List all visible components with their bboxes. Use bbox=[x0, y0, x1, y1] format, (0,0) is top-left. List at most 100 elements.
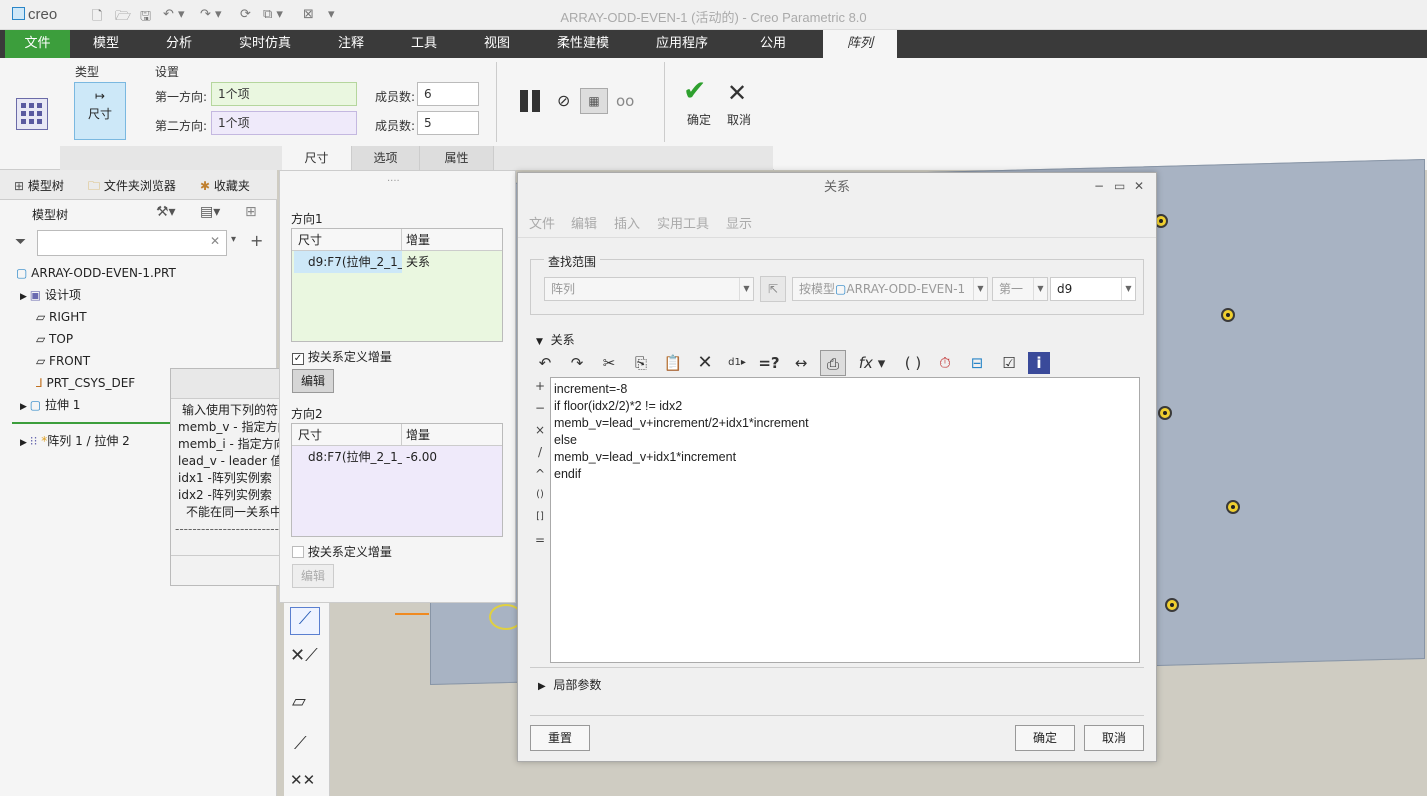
tab-folder-browser[interactable]: 🗀 文件夹浏览器 bbox=[88, 177, 176, 198]
model-dropdown[interactable]: 按模型▢ARRAY-ODD-EVEN-1 ▼ bbox=[792, 277, 988, 301]
tree-item-pattern[interactable]: ▶ ⁝⁝ *阵列 1 / 拉伸 2 bbox=[20, 430, 130, 452]
dimension-dropdown[interactable]: d9 ▼ bbox=[1050, 277, 1136, 301]
tab-options[interactable]: 选项 bbox=[352, 146, 420, 170]
tab-model-tree[interactable]: ⊞ 模型树 bbox=[14, 177, 64, 194]
ok-label[interactable]: 确定 bbox=[687, 111, 711, 128]
show-values-icon[interactable]: ⎙ bbox=[820, 350, 846, 376]
first-dropdown[interactable]: 第一 ▼ bbox=[992, 277, 1048, 301]
op-brackets[interactable]: [] bbox=[532, 511, 548, 522]
dir2-members-input[interactable]: 5 bbox=[417, 111, 479, 135]
select-arrow-icon[interactable]: ⇱ bbox=[760, 276, 786, 302]
tree-item-right[interactable]: ▱ RIGHT bbox=[36, 306, 87, 328]
menu-common[interactable]: 公用 bbox=[742, 30, 804, 58]
pattern-point-marker[interactable] bbox=[1165, 598, 1179, 612]
brackets-icon[interactable]: ( ) bbox=[900, 350, 926, 376]
tab-properties[interactable]: 属性 bbox=[420, 146, 494, 170]
dimension-cell[interactable]: d8:F7(拉伸_2_1_ bbox=[294, 446, 402, 468]
menu-view[interactable]: 视图 bbox=[466, 30, 528, 58]
relation-checkbox-2[interactable]: 按关系定义增量 bbox=[292, 543, 392, 560]
pause-icon[interactable] bbox=[518, 90, 544, 114]
menu-model[interactable]: 模型 bbox=[75, 30, 137, 58]
menu-pattern[interactable]: 阵列 bbox=[823, 30, 897, 58]
menu-live-simulation[interactable]: 实时仿真 bbox=[225, 30, 305, 58]
copy-icon[interactable]: ⎘ bbox=[628, 350, 654, 376]
sketch-plane-icon[interactable]: ⟋ bbox=[290, 607, 320, 635]
switch-dimensions-icon[interactable]: d1▸ bbox=[724, 350, 750, 376]
op-plus[interactable]: + bbox=[532, 379, 548, 393]
no-preview-icon[interactable]: ⊘ bbox=[557, 91, 570, 110]
sort-relations-icon[interactable]: ⏱ bbox=[932, 350, 958, 376]
tree-search-input[interactable] bbox=[37, 230, 227, 256]
menu-applications[interactable]: 应用程序 bbox=[642, 30, 722, 58]
cancel-button[interactable]: 取消 bbox=[1084, 725, 1144, 751]
dimension-cell[interactable]: d9:F7(拉伸_2_1_ bbox=[294, 251, 402, 273]
dialog-menu-insert[interactable]: 插入 bbox=[614, 213, 640, 232]
dimension-type-button[interactable]: ↦ 尺寸 bbox=[74, 82, 126, 140]
unit-sensitive-icon[interactable]: ⊟ bbox=[964, 350, 990, 376]
insert-dimension-icon[interactable]: ↔ bbox=[788, 350, 814, 376]
menu-flexible-modeling[interactable]: 柔性建模 bbox=[545, 30, 621, 58]
dir1-members-input[interactable]: 6 bbox=[417, 82, 479, 106]
increment-cell[interactable]: 关系 bbox=[402, 255, 430, 269]
reset-button[interactable]: 重置 bbox=[530, 725, 590, 751]
op-multiply[interactable]: × bbox=[532, 423, 548, 437]
dir2-collector[interactable]: 1个项 bbox=[211, 111, 357, 135]
drag-handle[interactable]: .... bbox=[387, 173, 400, 184]
menu-file[interactable]: 文件 bbox=[5, 30, 70, 58]
tree-item-top[interactable]: ▱ TOP bbox=[36, 328, 73, 350]
redo-icon[interactable]: ↷ bbox=[564, 350, 590, 376]
tree-item-part[interactable]: ▢ ARRAY-ODD-EVEN-1.PRT bbox=[16, 262, 176, 284]
geometry-preview-icon[interactable]: ▦ bbox=[580, 88, 608, 114]
menu-analysis[interactable]: 分析 bbox=[148, 30, 210, 58]
increment-cell[interactable]: -6.00 bbox=[402, 450, 437, 464]
function-icon[interactable]: fx ▾ bbox=[852, 350, 892, 376]
info-icon[interactable]: i bbox=[1028, 352, 1050, 374]
menu-tools[interactable]: 工具 bbox=[393, 30, 455, 58]
table-row[interactable]: d8:F7(拉伸_2_1_ -6.00 bbox=[292, 446, 502, 468]
verify-icon[interactable]: =? bbox=[756, 350, 782, 376]
add-icon[interactable]: + bbox=[250, 231, 263, 250]
point-display-icon[interactable]: ✕✕ bbox=[290, 771, 315, 789]
tree-item-front[interactable]: ▱ FRONT bbox=[36, 350, 90, 372]
scope-type-dropdown[interactable]: 阵列 ▼ bbox=[544, 277, 754, 301]
maximize-icon[interactable]: ▭ bbox=[1114, 179, 1125, 193]
local-params-section[interactable]: ▶ 局部参数 bbox=[538, 676, 601, 693]
tab-favorites[interactable]: ✱ 收藏夹 bbox=[200, 177, 250, 194]
undo-icon[interactable]: ↶ bbox=[532, 350, 558, 376]
dialog-menu-display[interactable]: 显示 bbox=[726, 213, 752, 232]
tree-item-design-items[interactable]: ▶ ▣ 设计项 bbox=[20, 284, 81, 306]
paste-icon[interactable]: 📋 bbox=[660, 350, 686, 376]
close-icon[interactable]: ✕ bbox=[1134, 179, 1144, 193]
pattern-point-marker[interactable] bbox=[1226, 500, 1240, 514]
relation-checkbox-1[interactable]: ✓ 按关系定义增量 bbox=[292, 348, 392, 365]
relations-editor[interactable]: increment=-8 if floor(idx2/2)*2 != idx2 … bbox=[550, 377, 1140, 663]
tree-item-extrude-1[interactable]: ▶ ▢ 拉伸 1 bbox=[20, 394, 80, 416]
plane-display-icon[interactable]: ▱ bbox=[292, 691, 306, 712]
tree-item-csys[interactable]: ⅃ PRT_CSYS_DEF bbox=[36, 372, 135, 394]
axis-display-icon[interactable]: ✕⟋ bbox=[290, 645, 318, 666]
delete-icon[interactable]: ✕ bbox=[692, 350, 718, 376]
tree-columns-icon[interactable]: ⊞ bbox=[245, 204, 257, 220]
tab-dimensions[interactable]: 尺寸 bbox=[282, 146, 352, 170]
cancel-label[interactable]: 取消 bbox=[727, 111, 751, 128]
dialog-menu-utilities[interactable]: 实用工具 bbox=[657, 213, 709, 232]
pattern-point-marker[interactable] bbox=[1158, 406, 1172, 420]
clear-search-icon[interactable]: ✕ bbox=[210, 234, 220, 248]
op-power[interactable]: ^ bbox=[532, 467, 548, 481]
tree-filter-icon[interactable]: ▤▾ bbox=[200, 204, 220, 220]
dir1-collector[interactable]: 1个项 bbox=[211, 82, 357, 106]
op-minus[interactable]: − bbox=[532, 401, 548, 415]
confirm-check-icon[interactable]: ✔ bbox=[683, 76, 706, 106]
minimize-icon[interactable]: − bbox=[1094, 179, 1104, 193]
dialog-menu-file[interactable]: 文件 bbox=[529, 213, 555, 232]
search-dropdown-icon[interactable]: ▾ bbox=[231, 234, 236, 245]
relations-section[interactable]: ▼ 关系 bbox=[536, 331, 575, 348]
tree-settings-icon[interactable]: ⚒▾ bbox=[156, 204, 176, 220]
execute-verify-icon[interactable]: ☑ bbox=[996, 350, 1022, 376]
table-row[interactable]: d9:F7(拉伸_2_1_ 关系 bbox=[292, 251, 502, 273]
dialog-menu-edit[interactable]: 编辑 bbox=[571, 213, 597, 232]
menu-annotate[interactable]: 注释 bbox=[320, 30, 382, 58]
glasses-preview-icon[interactable]: oo bbox=[616, 92, 634, 110]
op-divide[interactable]: / bbox=[532, 445, 548, 459]
op-equals[interactable]: = bbox=[532, 533, 548, 547]
